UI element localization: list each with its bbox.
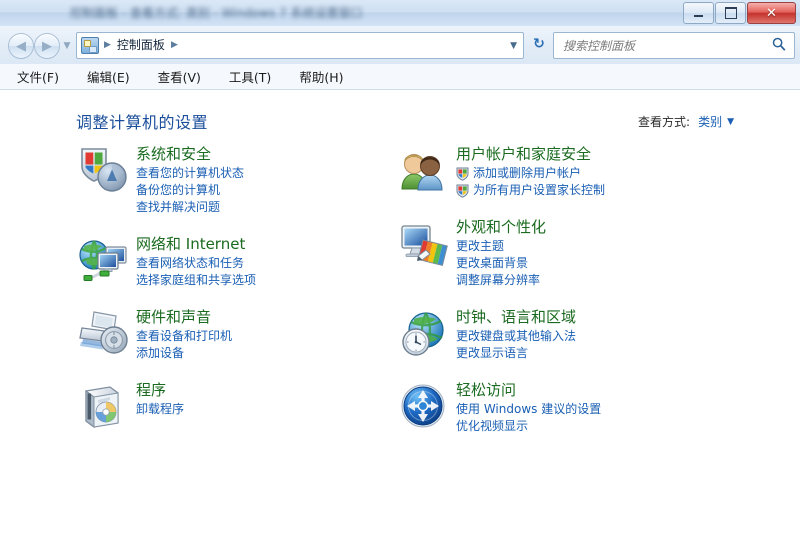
link-homegroup-sharing[interactable]: 选择家庭组和共享选项: [136, 272, 256, 289]
category-column-left: 系统和安全 查看您的计算机状态 备份您的计算机 查找并解决问题 网络和 Inte…: [76, 143, 396, 452]
menu-view[interactable]: 查看(V): [155, 65, 204, 88]
category-user-accounts-and-family-safety: 用户帐户和家庭安全 添加或删除用户帐户 为所有用户设置家长控制: [396, 143, 726, 199]
search-box[interactable]: [553, 32, 795, 59]
category-network-and-internet: 网络和 Internet 查看网络状态和任务 选择家庭组和共享选项: [76, 233, 396, 289]
category-texts: 外观和个性化 更改主题 更改桌面背景 调整屏幕分辨率: [456, 216, 546, 289]
search-icon: [772, 37, 786, 54]
refresh-button[interactable]: ↻: [530, 35, 548, 53]
ease-of-access-icon[interactable]: [396, 379, 452, 435]
link-find-and-fix[interactable]: 查找并解决问题: [136, 199, 244, 216]
category-texts: 系统和安全 查看您的计算机状态 备份您的计算机 查找并解决问题: [136, 143, 244, 216]
category-texts: 时钟、语言和区域 更改键盘或其他输入法 更改显示语言: [456, 306, 576, 362]
control-panel-window: 控制面板 - 查看方式: 类别 - Windows 7 系统设置窗口 ✕ ◀ ▶…: [0, 0, 800, 559]
clock-globe-icon[interactable]: [396, 306, 452, 362]
breadcrumb-item-control-panel[interactable]: 控制面板: [114, 34, 168, 57]
category-title-hardware-and-sound[interactable]: 硬件和声音: [136, 307, 232, 327]
menu-help[interactable]: 帮助(H): [296, 65, 346, 88]
programs-box-icon[interactable]: [76, 379, 132, 435]
category-appearance-and-personalization: 外观和个性化 更改主题 更改桌面背景 调整屏幕分辨率: [396, 216, 726, 289]
link-change-display-language[interactable]: 更改显示语言: [456, 345, 576, 362]
category-title-programs[interactable]: 程序: [136, 380, 184, 400]
forward-button[interactable]: ▶: [34, 33, 60, 59]
search-input[interactable]: [561, 34, 772, 57]
back-button[interactable]: ◀: [8, 33, 34, 59]
chevron-down-icon[interactable]: ▼: [727, 117, 734, 127]
link-adjust-resolution[interactable]: 调整屏幕分辨率: [456, 272, 546, 289]
category-programs: 程序 卸载程序: [76, 379, 396, 435]
window-title: 控制面板 - 查看方式: 类别 - Windows 7 系统设置窗口: [70, 6, 363, 20]
recent-pages-button[interactable]: ▼: [62, 42, 72, 51]
category-column-right: 用户帐户和家庭安全 添加或删除用户帐户 为所有用户设置家长控制 外观和个性化 更…: [396, 143, 726, 452]
address-toolbar: ◀ ▶ ▼ ▶ 控制面板 ▶ ▼ ↻: [0, 26, 800, 65]
category-hardware-and-sound: 硬件和声音 查看设备和打印机 添加设备: [76, 306, 396, 362]
link-label: 为所有用户设置家长控制: [473, 183, 606, 197]
link-devices-and-printers[interactable]: 查看设备和打印机: [136, 328, 232, 345]
link-windows-recommended-settings[interactable]: 使用 Windows 建议的设置: [456, 401, 601, 418]
category-title-ease-of-access[interactable]: 轻松访问: [456, 380, 601, 400]
link-parental-controls[interactable]: 为所有用户设置家长控制: [456, 182, 605, 199]
category-title-network-and-internet[interactable]: 网络和 Internet: [136, 234, 256, 254]
menu-edit[interactable]: 编辑(E): [84, 65, 133, 88]
minimize-icon: [684, 3, 713, 23]
uac-shield-icon-2: [456, 184, 469, 198]
category-ease-of-access: 轻松访问 使用 Windows 建议的设置 优化视频显示: [396, 379, 726, 435]
category-title-system-and-security[interactable]: 系统和安全: [136, 144, 244, 164]
close-icon: ✕: [766, 5, 777, 21]
category-system-and-security: 系统和安全 查看您的计算机状态 备份您的计算机 查找并解决问题: [76, 143, 396, 216]
link-add-remove-user-accounts[interactable]: 添加或删除用户帐户: [456, 165, 605, 182]
title-bar[interactable]: 控制面板 - 查看方式: 类别 - Windows 7 系统设置窗口 ✕: [0, 0, 800, 27]
back-arrow-icon: ◀: [16, 38, 26, 54]
link-check-status[interactable]: 查看您的计算机状态: [136, 165, 244, 182]
uac-shield-icon: [456, 167, 469, 181]
maximize-icon: [716, 3, 745, 23]
category-title-clock-language-region[interactable]: 时钟、语言和区域: [456, 307, 576, 327]
view-by-value[interactable]: 类别: [698, 113, 722, 130]
link-change-keyboard-input[interactable]: 更改键盘或其他输入法: [456, 328, 576, 345]
category-clock-language-region: 时钟、语言和区域 更改键盘或其他输入法 更改显示语言: [396, 306, 726, 362]
appearance-monitor-icon[interactable]: [396, 216, 452, 272]
forward-arrow-icon: ▶: [42, 38, 52, 54]
address-dropdown-icon[interactable]: ▼: [510, 41, 517, 51]
content-area: 调整计算机的设置 查看方式: 类别 ▼ 系统和安全 查看您的计算机状态 备份您的…: [0, 90, 800, 559]
category-texts: 轻松访问 使用 Windows 建议的设置 优化视频显示: [456, 379, 601, 435]
user-accounts-icon[interactable]: [396, 143, 452, 199]
link-change-wallpaper[interactable]: 更改桌面背景: [456, 255, 546, 272]
link-optimize-visual-display[interactable]: 优化视频显示: [456, 418, 601, 435]
link-add-device[interactable]: 添加设备: [136, 345, 232, 362]
view-by-label: 查看方式:: [638, 115, 691, 129]
link-change-theme[interactable]: 更改主题: [456, 238, 546, 255]
category-texts: 网络和 Internet 查看网络状态和任务 选择家庭组和共享选项: [136, 233, 256, 289]
window-controls: ✕: [682, 2, 796, 24]
address-bar[interactable]: ▶ 控制面板 ▶ ▼: [76, 32, 524, 59]
breadcrumb-sep-icon: ▶: [104, 40, 111, 50]
category-title-appearance[interactable]: 外观和个性化: [456, 217, 546, 237]
control-panel-icon: [81, 37, 99, 54]
category-texts: 硬件和声音 查看设备和打印机 添加设备: [136, 306, 232, 362]
category-title-user-accounts[interactable]: 用户帐户和家庭安全: [456, 144, 605, 164]
menu-tools[interactable]: 工具(T): [226, 65, 274, 88]
close-button[interactable]: ✕: [747, 2, 796, 24]
link-label: 添加或删除用户帐户: [473, 166, 582, 180]
printer-sound-icon[interactable]: [76, 306, 132, 362]
link-backup-computer[interactable]: 备份您的计算机: [136, 182, 244, 199]
network-globe-icon[interactable]: [76, 233, 132, 289]
page-title: 调整计算机的设置: [76, 113, 209, 132]
security-shield-icon[interactable]: [76, 143, 132, 199]
minimize-button[interactable]: [683, 2, 714, 24]
menu-bar: 文件(F) 编辑(E) 查看(V) 工具(T) 帮助(H): [0, 64, 800, 90]
view-by-control[interactable]: 查看方式: 类别 ▼: [638, 113, 734, 130]
breadcrumb-sep-icon-2[interactable]: ▶: [168, 34, 181, 57]
link-network-status[interactable]: 查看网络状态和任务: [136, 255, 256, 272]
category-texts: 程序 卸载程序: [136, 379, 184, 435]
menu-file[interactable]: 文件(F): [14, 65, 62, 88]
category-texts: 用户帐户和家庭安全 添加或删除用户帐户 为所有用户设置家长控制: [456, 143, 605, 199]
link-uninstall-program[interactable]: 卸载程序: [136, 401, 184, 418]
maximize-button[interactable]: [715, 2, 746, 24]
